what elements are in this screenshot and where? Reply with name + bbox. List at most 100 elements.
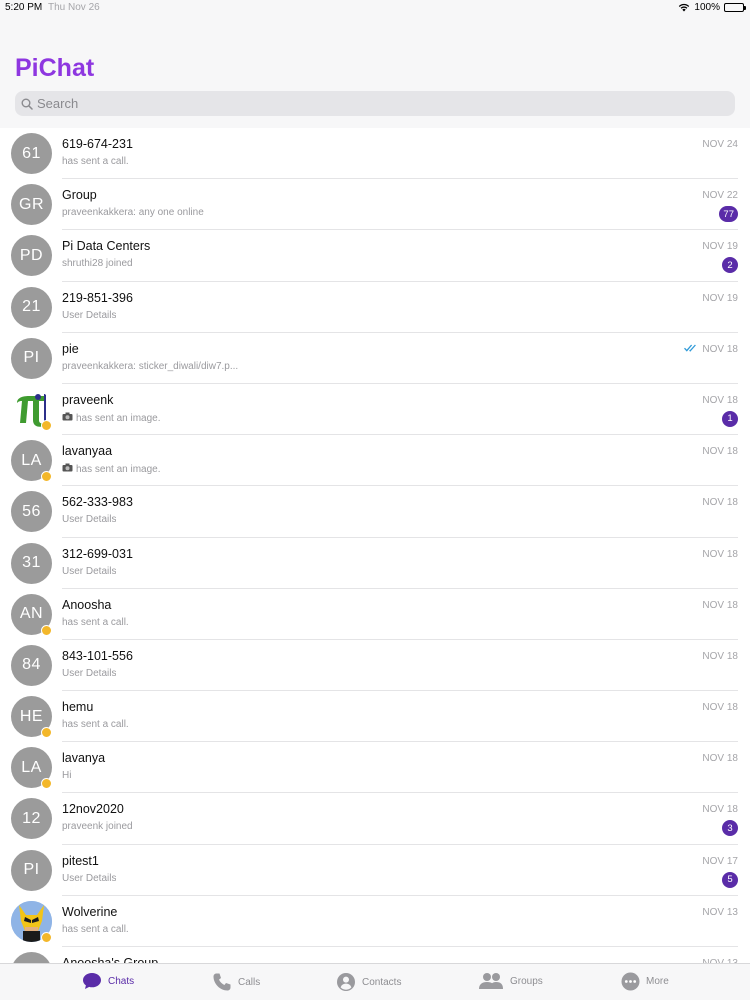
unread-badge: 1 [722, 410, 738, 427]
chat-preview: praveenkakkera: sticker_diwali/diw7.p... [62, 361, 238, 372]
search-input[interactable] [37, 91, 735, 116]
chat-row[interactable]: PI pitest1 User Details NOV 17 5 [0, 845, 750, 896]
chat-name: lavanya [62, 751, 106, 766]
chat-name: 843-101-556 [62, 648, 133, 663]
battery-icon [724, 3, 746, 12]
chat-row[interactable]: 84 843-101-556 User Details NOV 18 [0, 640, 750, 692]
chat-row[interactable]: 61 619-674-231 has sent a call. NOV 24 [0, 128, 750, 180]
double-check-icon [684, 344, 698, 355]
chat-bubble-icon [83, 973, 101, 989]
chat-date-text: NOV 13 [702, 906, 738, 918]
chat-preview-text: Hi [62, 770, 72, 782]
avatar: 31 [11, 542, 52, 584]
header: PiChat [0, 16, 750, 128]
chat-preview-text: User Details [62, 667, 117, 679]
chat-preview: praveenkakkera: any one online [62, 207, 204, 218]
tab-chats[interactable]: Chats [82, 972, 134, 990]
camera-icon [62, 463, 73, 474]
chat-date: NOV 18 [702, 600, 738, 611]
chat-row[interactable]: LA lavanya Hi NOV 18 [0, 742, 750, 794]
chat-name: pitest1 [62, 853, 99, 868]
chat-name: 12nov2020 [62, 802, 124, 817]
phone-icon [213, 973, 231, 991]
chat-name: Anoosha [62, 597, 112, 612]
chat-row[interactable]: ANAnoosha's GroupNOV 13 [0, 947, 750, 963]
chat-date: NOV 24 [702, 139, 738, 150]
chat-preview-text: has sent a call. [62, 719, 129, 731]
chat-row[interactable]: 31 312-699-031 User Details NOV 18 [0, 538, 750, 589]
chat-row[interactable]: PI pie praveenkakkera: sticker_diwali/diw7… [0, 333, 750, 384]
chat-date: NOV 17 [702, 856, 738, 867]
chat-list[interactable]: 61 619-674-231 has sent a call. NOV 24 GR Gr… [0, 128, 750, 963]
chat-preview: User Details [62, 668, 116, 679]
chat-date-text: NOV 18 [702, 446, 738, 458]
chat-date: NOV 18 [702, 446, 738, 457]
chat-preview: User Details [62, 566, 116, 577]
chat-preview: has sent a call. [62, 617, 129, 628]
chat-row[interactable]: 12 12nov2020 praveenk joined NOV 18 3 [0, 793, 750, 845]
chat-preview: has sent an image. [62, 463, 161, 475]
chat-date: NOV 18 [702, 395, 738, 406]
chat-preview: User Details [62, 873, 116, 884]
unread-badge: 2 [722, 257, 738, 274]
chat-row[interactable]: GR Group praveenkakkera: any one online NO… [0, 179, 750, 231]
chat-date: NOV 18 [702, 497, 738, 508]
status-bar: 5:20 PM Thu Nov 26 100% [0, 0, 750, 16]
status-date: Thu Nov 26 [48, 2, 100, 13]
avatar: 12 [11, 798, 52, 840]
chat-preview: has sent a call. [62, 924, 129, 935]
chat-row[interactable]: Wolverine has sent a call. NOV 13 [0, 896, 750, 947]
chat-date: NOV 18 [684, 344, 738, 355]
camera-icon [62, 412, 73, 423]
chat-date: NOV 19 [702, 241, 738, 252]
chat-date: NOV 18 [702, 549, 738, 560]
chat-preview: User Details [62, 514, 116, 525]
chat-preview-text: has sent an image. [76, 412, 161, 424]
chat-preview-text: praveenkakkera: sticker_diwali/diw7.p... [62, 360, 239, 372]
chat-preview-text: has sent a call. [62, 616, 129, 628]
chat-date: NOV 22 [702, 190, 738, 201]
groups-icon [479, 973, 503, 989]
tab-calls[interactable]: Calls [212, 972, 260, 992]
chat-date-text: NOV 24 [702, 139, 738, 150]
search-bar[interactable] [15, 91, 735, 116]
chat-date-text: NOV 18 [702, 702, 738, 714]
chat-row[interactable]: HE hemu has sent a call. NOV 18 [0, 691, 750, 743]
chat-row[interactable]: 56 562-333-983 User Details NOV 18 [0, 486, 750, 538]
chat-date: NOV 18 [702, 702, 738, 713]
tab-groups[interactable]: Groups [478, 972, 543, 990]
chat-row[interactable]: AN Anoosha has sent a call. NOV 18 [0, 589, 750, 640]
chat-row[interactable]: praveenk has sent an image. NOV 18 1 [0, 384, 750, 436]
chat-preview: has sent an image. [62, 412, 161, 424]
chat-name: Group [62, 188, 97, 203]
avatar: AN [11, 952, 52, 963]
chat-name: 312-699-031 [62, 546, 133, 561]
tab-contacts-label: Contacts [362, 976, 402, 988]
chat-preview-text: User Details [62, 514, 117, 526]
chat-row[interactable]: PD Pi Data Centers shruthi28 joined NOV 19 2 [0, 230, 750, 282]
chat-date-text: NOV 18 [702, 599, 738, 611]
chat-preview: Hi [62, 770, 71, 781]
search-icon [21, 98, 33, 110]
presence-dot [41, 624, 52, 636]
chat-preview-text: shruthi28 joined [62, 258, 133, 270]
avatar: 84 [11, 644, 52, 686]
avatar: 61 [11, 133, 52, 174]
chat-row[interactable]: LA lavanyaa has sent an image. NOV 18 [0, 435, 750, 487]
chat-preview: shruthi28 joined [62, 258, 133, 269]
chat-row[interactable]: 21 219-851-396 User Details NOV 19 [0, 282, 750, 333]
chat-preview-text: User Details [62, 309, 117, 321]
tab-chats-label: Chats [108, 975, 135, 987]
tab-contacts[interactable]: Contacts [336, 972, 401, 992]
chat-date-text: NOV 18 [702, 394, 738, 406]
chat-date: NOV 18 [702, 804, 738, 815]
avatar: GR [11, 184, 52, 226]
chat-preview-text: has sent an image. [76, 464, 161, 476]
avatar: 21 [11, 286, 52, 328]
presence-dot [41, 931, 52, 943]
chat-preview-text: has sent a call. [62, 923, 129, 935]
tab-more[interactable]: More [621, 972, 669, 991]
avatar: PD [11, 235, 52, 277]
chat-date-text: NOV 18 [702, 804, 738, 816]
chat-date-text: NOV 18 [702, 497, 738, 509]
